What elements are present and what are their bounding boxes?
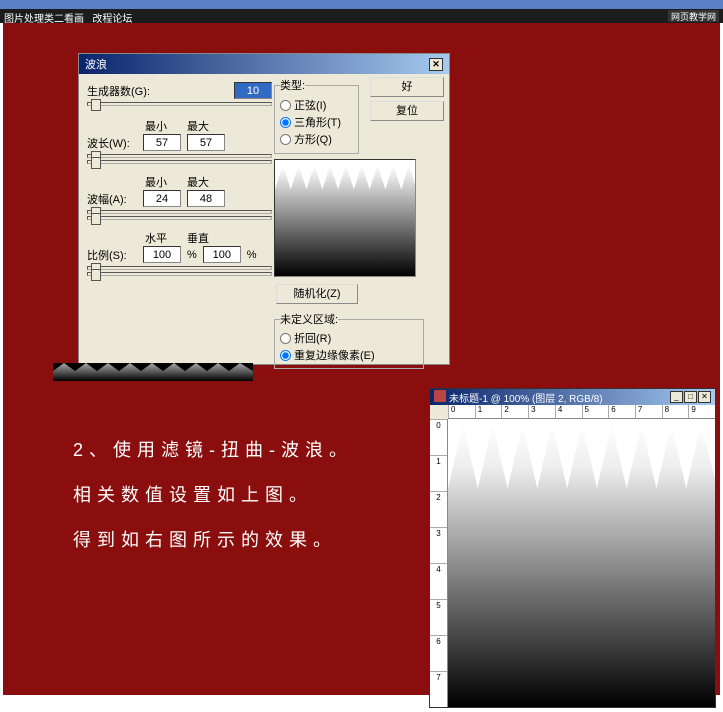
content-background: 波浪 ✕ 生成器数(G): 最小 最大 波长(W): [3, 23, 720, 695]
min-header-1: 最小 [145, 118, 167, 134]
ruler-v-tick: 0 [430, 419, 447, 455]
randomize-button[interactable]: 随机化(Z) [276, 284, 358, 304]
ps-canvas [448, 419, 715, 707]
wrap-label: 折回(R) [294, 330, 331, 346]
instruction-line-2: 相关数值设置如上图。 [73, 473, 353, 518]
ps-title-text: 未标题-1 @ 100% (图层 2, RGB/8) [449, 394, 603, 405]
maximize-icon[interactable]: □ [684, 391, 697, 403]
ruler-h-tick: 1 [475, 405, 502, 418]
scale-v-input[interactable] [203, 246, 241, 263]
ps-titlebar[interactable]: 未标题-1 @ 100% (图层 2, RGB/8) _ □ ✕ [430, 389, 715, 405]
generators-input[interactable] [234, 82, 272, 99]
ruler-h-tick: 5 [582, 405, 609, 418]
max-header-2: 最大 [187, 174, 209, 190]
wavelength-label: 波长(W): [87, 135, 137, 151]
ruler-h-tick: 8 [662, 405, 689, 418]
action-buttons: 好 复位 [370, 77, 444, 121]
pct-2: % [247, 249, 257, 261]
ruler-v-tick: 2 [430, 491, 447, 527]
horiz-header: 水平 [145, 230, 167, 246]
photoshop-window: 未标题-1 @ 100% (图层 2, RGB/8) _ □ ✕ 0 1 2 3… [429, 388, 716, 708]
close-icon[interactable]: ✕ [429, 58, 443, 71]
ok-button[interactable]: 好 [370, 77, 444, 97]
type-sine-radio[interactable]: 正弦(I) [280, 97, 353, 113]
ruler-v-tick: 7 [430, 671, 447, 707]
wavelength-min-input[interactable] [143, 134, 181, 151]
repeat-label: 重复边缘像素(E) [294, 347, 375, 363]
ruler-h-tick: 4 [555, 405, 582, 418]
repeat-radio[interactable]: 重复边缘像素(E) [280, 347, 418, 363]
amplitude-slider-2[interactable] [87, 216, 272, 220]
min-header-2: 最小 [145, 174, 167, 190]
amplitude-max-input[interactable] [187, 190, 225, 207]
scale-label: 比例(S): [87, 247, 137, 263]
ruler-h-tick: 6 [608, 405, 635, 418]
wave-dialog: 波浪 ✕ 生成器数(G): 最小 最大 波长(W): [78, 53, 450, 365]
minimize-icon[interactable]: _ [670, 391, 683, 403]
vert-header: 垂直 [187, 230, 209, 246]
ruler-h-tick: 7 [635, 405, 662, 418]
type-sq-label: 方形(Q) [294, 131, 332, 147]
wave-result-icon [448, 419, 715, 707]
instruction-line-3: 得到如右图所示的效果。 [73, 518, 353, 563]
ruler-v-tick: 3 [430, 527, 447, 563]
wave-preview-icon [275, 160, 415, 276]
ruler-v-tick: 4 [430, 563, 447, 599]
ps-doc-icon [434, 390, 446, 402]
dialog-titlebar[interactable]: 波浪 ✕ [79, 54, 449, 74]
reset-button[interactable]: 复位 [370, 101, 444, 121]
type-triangle-radio[interactable]: 三角形(T) [280, 114, 353, 130]
scale-slider-1[interactable] [87, 266, 272, 270]
undefined-area-group: 未定义区域: 折回(R) 重复边缘像素(E) [274, 311, 424, 369]
wave-strip-icon [53, 363, 253, 381]
ruler-v-tick: 6 [430, 635, 447, 671]
generators-slider[interactable] [87, 102, 272, 106]
watermark-text: 网页教学网 [671, 12, 716, 22]
horizontal-ruler: 0 1 2 3 4 5 6 7 8 9 [448, 405, 715, 419]
wavelength-max-input[interactable] [187, 134, 225, 151]
type-legend: 类型: [280, 77, 305, 93]
wavelength-slider-2[interactable] [87, 160, 272, 164]
instruction-text: 2、使用滤镜-扭曲-波浪。 相关数值设置如上图。 得到如右图所示的效果。 [73, 428, 353, 563]
ruler-v-tick: 5 [430, 599, 447, 635]
scale-h-input[interactable] [143, 246, 181, 263]
amplitude-min-input[interactable] [143, 190, 181, 207]
dialog-body: 生成器数(G): 最小 最大 波长(W): 最小 [79, 74, 449, 364]
type-sine-label: 正弦(I) [294, 97, 326, 113]
ruler-h-tick: 0 [448, 405, 475, 418]
dialog-shadow-strip [53, 363, 253, 381]
vertical-ruler: 0 1 2 3 4 5 6 7 [430, 419, 448, 707]
close-window-icon[interactable]: ✕ [698, 391, 711, 403]
undef-legend: 未定义区域: [280, 311, 338, 327]
wavelength-slider-1[interactable] [87, 154, 272, 158]
scale-slider-2[interactable] [87, 272, 272, 276]
ruler-h-tick: 9 [688, 405, 715, 418]
type-square-radio[interactable]: 方形(Q) [280, 131, 353, 147]
ruler-h-tick: 2 [501, 405, 528, 418]
type-group: 类型: 正弦(I) 三角形(T) 方形(Q) [274, 77, 359, 154]
preview-area [274, 159, 416, 277]
max-header-1: 最大 [187, 118, 209, 134]
amplitude-slider-1[interactable] [87, 210, 272, 214]
ruler-h-tick: 3 [528, 405, 555, 418]
ruler-v-tick: 1 [430, 455, 447, 491]
pct-1: % [187, 249, 197, 261]
instruction-line-1: 2、使用滤镜-扭曲-波浪。 [73, 428, 353, 473]
window-titlebar [0, 0, 723, 9]
amplitude-label: 波幅(A): [87, 191, 137, 207]
header-strip: 图片处理类二看画 改程论坛 网页教学网 [0, 9, 723, 23]
type-tri-label: 三角形(T) [294, 114, 341, 130]
dialog-title: 波浪 [85, 56, 107, 72]
generators-label: 生成器数(G): [87, 83, 150, 99]
wrap-radio[interactable]: 折回(R) [280, 330, 418, 346]
